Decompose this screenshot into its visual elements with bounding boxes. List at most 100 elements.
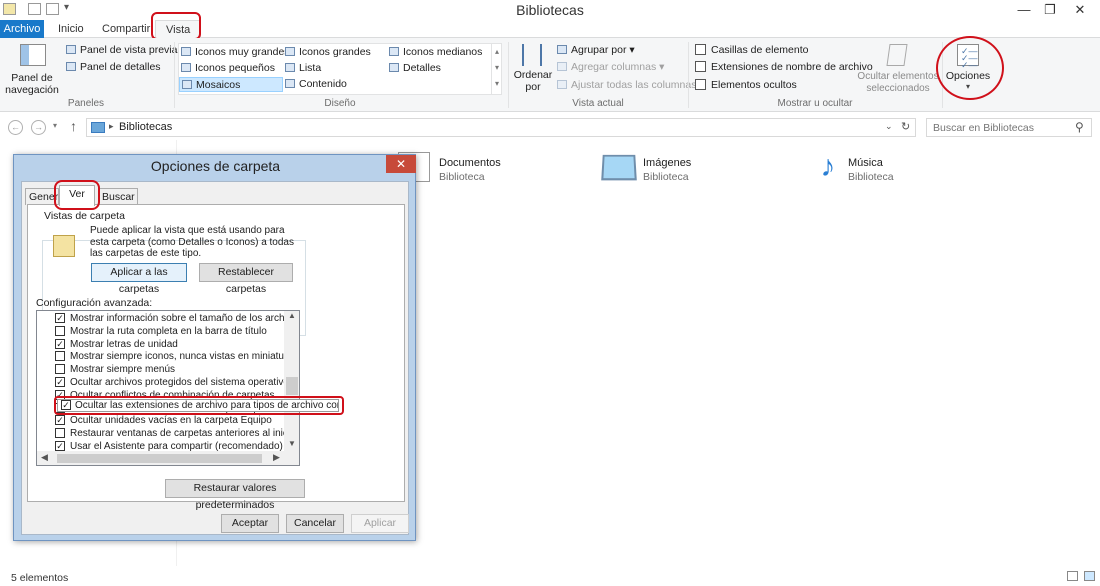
group-by-label: Agrupar por: [571, 44, 627, 56]
preview-pane-label: Panel de vista previa: [80, 44, 178, 56]
vertical-scrollbar[interactable]: ▲ ▼: [284, 311, 299, 451]
recent-dropdown-icon[interactable]: ▾: [53, 121, 57, 130]
item-checkboxes-toggle[interactable]: Casillas de elemento: [695, 43, 808, 58]
library-item-pictures[interactable]: Imágenes Biblioteca: [600, 148, 750, 192]
layout-extra-large[interactable]: Iconos muy grandes: [181, 45, 290, 60]
up-arrow-icon[interactable]: ↑: [70, 118, 77, 134]
maximize-button[interactable]: ❐: [1036, 0, 1064, 20]
checkbox[interactable]: ✓: [55, 377, 65, 387]
details-icon: [389, 63, 399, 72]
separator: [508, 42, 509, 108]
tab-buscar[interactable]: Buscar: [98, 188, 138, 205]
checkbox[interactable]: ✓: [55, 415, 65, 426]
forward-icon[interactable]: →: [31, 120, 46, 135]
apply-to-folders-button[interactable]: Aplicar a las carpetas: [91, 263, 187, 295]
search-input[interactable]: [931, 120, 1071, 135]
advanced-settings-list: ✓ Mostrar información sobre el tamaño de …: [36, 310, 300, 466]
address-dropdown-icon[interactable]: ⌄: [885, 121, 893, 132]
checkbox[interactable]: [695, 79, 706, 90]
item-count: 5 elementos: [11, 572, 69, 584]
content-icon: [285, 79, 295, 88]
file-extensions-toggle[interactable]: Extensiones de nombre de archivo: [695, 60, 873, 75]
library-type: Biblioteca: [439, 171, 485, 183]
group-label-panes: Paneles: [67, 98, 105, 109]
fit-columns-button[interactable]: Ajustar todas las columnas: [557, 78, 696, 93]
checkbox[interactable]: ✓: [55, 313, 65, 323]
sort-by-button[interactable]: Ordenar por: [512, 42, 552, 96]
setting-label: Mostrar letras de unidad: [70, 338, 178, 350]
highlight-vista: [151, 12, 201, 40]
checkbox[interactable]: ✓: [61, 400, 71, 410]
refresh-icon[interactable]: ↻: [901, 120, 910, 133]
details-view-icon[interactable]: [1067, 571, 1078, 581]
layout-content[interactable]: Contenido: [285, 77, 347, 92]
layout-small[interactable]: Iconos pequeños: [181, 61, 275, 76]
setting-row[interactable]: Mostrar la ruta completa en la barra de …: [37, 325, 299, 338]
details-pane-button[interactable]: Panel de detalles: [66, 60, 161, 75]
large-icons-view-icon[interactable]: [1084, 571, 1095, 581]
minimize-button[interactable]: —: [1010, 0, 1038, 20]
checkbox[interactable]: [55, 428, 65, 439]
group-label-show-hide: Mostrar u ocultar: [777, 98, 853, 109]
tab-archivo[interactable]: Archivo: [0, 20, 44, 38]
gallery-scroll[interactable]: ▴ ▾ ▾: [491, 44, 502, 94]
layout-medium[interactable]: Iconos medianos: [389, 45, 482, 60]
scroll-thumb[interactable]: [286, 377, 298, 395]
cancel-button[interactable]: Cancelar: [286, 514, 344, 533]
setting-row[interactable]: Mostrar siempre iconos, nunca vistas en …: [37, 350, 299, 363]
library-type: Biblioteca: [643, 171, 689, 183]
dialog-title: Opciones de carpeta: [150, 158, 281, 174]
reset-folders-button[interactable]: Restablecer carpetas: [199, 263, 293, 295]
add-columns-button[interactable]: Agregar columnas ▾: [557, 60, 664, 75]
nav-pane-button[interactable]: Panel de navegación: [4, 40, 60, 96]
extra-large-icons-icon: [181, 47, 191, 56]
restore-defaults-button[interactable]: Restaurar valores predeterminados: [165, 479, 305, 511]
horizontal-scrollbar[interactable]: ◀ ▶: [37, 451, 299, 465]
nav-pane-icon: [20, 44, 46, 66]
preview-pane-button[interactable]: Panel de vista previa: [66, 43, 177, 58]
checkbox[interactable]: [55, 351, 65, 362]
setting-row[interactable]: ✓ Ocultar archivos protegidos del sistema…: [37, 376, 299, 389]
checkbox[interactable]: [55, 325, 65, 336]
setting-row[interactable]: ✓ Mostrar información sobre el tamaño de …: [37, 312, 299, 325]
checkbox[interactable]: [695, 44, 706, 55]
hidden-items-toggle[interactable]: Elementos ocultos: [695, 78, 797, 93]
setting-row-hide-extensions[interactable]: ✓ Ocultar las extensiones de archivo par…: [57, 399, 339, 412]
back-icon[interactable]: ←: [8, 120, 23, 135]
layout-label: Lista: [299, 62, 322, 74]
advanced-settings-label: Configuración avanzada:: [36, 297, 153, 309]
nav-pane-label: Panel de navegación: [5, 72, 59, 96]
checkbox[interactable]: ✓: [55, 441, 65, 451]
libraries-icon: [91, 122, 105, 133]
apply-button[interactable]: Aplicar: [351, 514, 409, 533]
tab-inicio[interactable]: Inicio: [48, 20, 94, 38]
checkbox[interactable]: ✓: [55, 338, 65, 349]
search-box[interactable]: ⚲: [926, 118, 1092, 137]
setting-row[interactable]: ✓ Mostrar letras de unidad: [37, 338, 299, 351]
details-pane-icon: [66, 62, 76, 71]
separator: [688, 42, 689, 108]
address-bar[interactable]: ▸ Bibliotecas ⌄ ↻: [86, 118, 916, 137]
layout-details[interactable]: Detalles: [389, 61, 441, 76]
dialog-close-button[interactable]: ✕: [386, 155, 416, 173]
setting-row[interactable]: ✓ Ocultar unidades vacías en la carpeta E…: [37, 414, 299, 427]
layout-label: Iconos medianos: [403, 46, 483, 58]
setting-row[interactable]: Restaurar ventanas de carpetas anteriore…: [37, 427, 299, 440]
close-button[interactable]: ✕: [1066, 0, 1094, 20]
layout-tiles[interactable]: Mosaicos: [179, 77, 283, 92]
ok-button[interactable]: Aceptar: [221, 514, 279, 533]
setting-row[interactable]: Mostrar siempre menús: [37, 363, 299, 376]
library-item-documents[interactable]: Documentos Biblioteca: [398, 148, 548, 192]
layout-large[interactable]: Iconos grandes: [285, 45, 371, 60]
checkbox[interactable]: [55, 364, 65, 375]
layout-list[interactable]: Lista: [285, 61, 321, 76]
search-icon[interactable]: ⚲: [1075, 120, 1084, 134]
checkbox[interactable]: [695, 61, 706, 72]
hscroll-thumb[interactable]: [57, 454, 262, 463]
library-item-music[interactable]: ♪ Música Biblioteca: [805, 148, 955, 192]
fit-columns-label: Ajustar todas las columnas: [571, 79, 697, 91]
chevron-right-icon: ▸: [109, 121, 114, 131]
hide-selected-icon: [886, 44, 908, 66]
hide-selected-button[interactable]: Ocultar elementos seleccionados: [856, 42, 940, 96]
group-by-button[interactable]: Agrupar por ▾: [557, 43, 635, 58]
